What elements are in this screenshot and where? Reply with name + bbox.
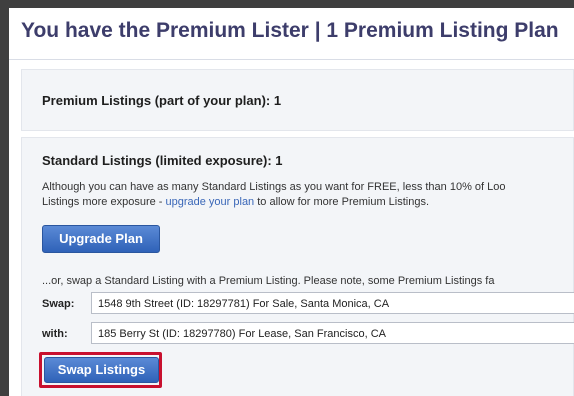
standard-listings-heading: Standard Listings (limited exposure): 1 <box>42 153 283 168</box>
description-text-before: Listings more exposure - <box>42 196 166 208</box>
description-text-after: to allow for more Premium Listings. <box>254 196 430 208</box>
window-top-border <box>0 0 574 8</box>
with-label: with: <box>42 328 68 340</box>
premium-listings-heading: Premium Listings (part of your plan): 1 <box>42 93 282 108</box>
title-divider <box>9 59 574 60</box>
swap-label: Swap: <box>42 298 75 310</box>
swap-listing-select[interactable]: 1548 9th Street (ID: 18297781) For Sale,… <box>91 292 574 314</box>
window-left-border <box>0 0 9 396</box>
swap-listings-button[interactable]: Swap Listings <box>44 357 159 383</box>
description-line-2: Listings more exposure - upgrade your pl… <box>42 195 506 210</box>
standard-listings-description: Although you can have as many Standard L… <box>42 180 506 210</box>
page-title: You have the Premium Lister | 1 Premium … <box>21 19 559 42</box>
with-listing-select[interactable]: 185 Berry St (ID: 18297780) For Lease, S… <box>91 322 574 344</box>
standard-listings-panel: Standard Listings (limited exposure): 1 … <box>21 137 574 396</box>
upgrade-plan-button[interactable]: Upgrade Plan <box>42 225 160 253</box>
premium-listings-panel: Premium Listings (part of your plan): 1 <box>21 69 574 131</box>
window: You have the Premium Lister | 1 Premium … <box>0 0 574 396</box>
description-line-1: Although you can have as many Standard L… <box>42 181 506 193</box>
plan-content: You have the Premium Lister | 1 Premium … <box>9 8 574 396</box>
swap-note: ...or, swap a Standard Listing with a Pr… <box>42 275 495 287</box>
upgrade-plan-link[interactable]: upgrade your plan <box>166 196 255 208</box>
